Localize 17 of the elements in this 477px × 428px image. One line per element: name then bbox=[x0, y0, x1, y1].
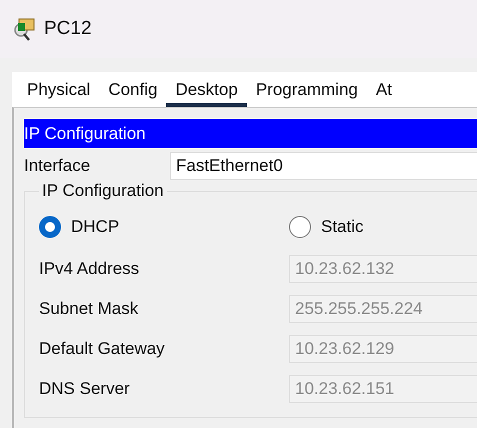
field-label: Subnet Mask bbox=[39, 299, 140, 319]
radio-button[interactable] bbox=[39, 216, 61, 238]
field-label: IPv4 Address bbox=[39, 259, 140, 279]
radio-label: Static bbox=[321, 217, 364, 237]
window-title: PC12 bbox=[44, 18, 92, 40]
tab[interactable]: Programming bbox=[246, 72, 367, 107]
radio-label: DHCP bbox=[71, 217, 120, 237]
section-header: IP Configuration bbox=[24, 119, 477, 148]
tab[interactable]: Physical bbox=[18, 72, 100, 107]
interface-field[interactable]: FastEthernet0 bbox=[170, 152, 477, 180]
radio-button[interactable] bbox=[289, 216, 311, 238]
field-label: Default Gateway bbox=[39, 339, 166, 359]
group-title: IP Configuration bbox=[41, 181, 165, 201]
field-label: DNS Server bbox=[39, 379, 131, 399]
interface-label: Interface bbox=[24, 156, 92, 176]
tab[interactable]: Config bbox=[99, 72, 166, 107]
tab[interactable]: At bbox=[366, 72, 401, 107]
